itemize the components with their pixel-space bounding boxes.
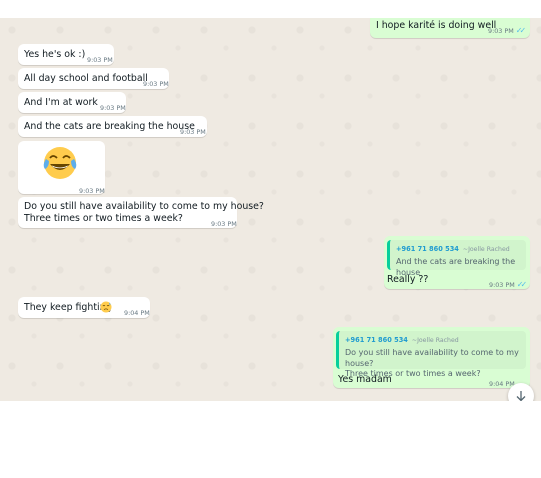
message-time: 9:04 PM (124, 309, 150, 317)
arrow-down-icon (516, 391, 526, 401)
message-incoming[interactable]: All day school and football 9:03 PM (18, 68, 169, 89)
quoted-text-line-1: Do you still have availability to come t… (345, 348, 519, 368)
read-ticks-icon: ✓✓ (516, 280, 528, 289)
message-incoming[interactable]: Do you still have availability to come t… (18, 197, 264, 228)
message-incoming[interactable]: They keep fighting 9:04 PM (18, 297, 150, 318)
message-time: 9:03 PM (143, 80, 169, 88)
message-time: 9:03 PM (211, 220, 237, 228)
message-incoming[interactable]: And I'm at work 9:03 PM (18, 92, 126, 113)
quoted-message[interactable]: +961 71 860 534 ~Joelle Rached And the ca… (387, 240, 526, 277)
downcast-face-with-sweat-icon (100, 301, 112, 313)
scroll-to-bottom-button[interactable] (508, 383, 534, 401)
message-time: 9:03 PM (180, 128, 206, 136)
message-time: 9:03 PM ✓✓ (489, 280, 528, 289)
read-ticks-icon: ✓✓ (515, 26, 527, 35)
message-text: And the cats are breaking the house (24, 121, 195, 132)
message-incoming[interactable]: Yes he's ok :) 9:03 PM (18, 44, 114, 65)
message-outgoing-reply[interactable]: +961 71 860 534 ~Joelle Rached And the ca… (384, 236, 530, 289)
message-text: All day school and football (24, 73, 148, 84)
message-text: They keep fighting (24, 302, 112, 313)
message-incoming-emoji[interactable]: 9:03 PM (18, 141, 105, 195)
quoted-push-name: ~Joelle Rached (411, 337, 459, 344)
chat-area[interactable]: I hope karité is doing well 9:03 PM ✓✓ Ye… (0, 18, 541, 401)
message-outgoing-reply[interactable]: +961 71 860 534 ~Joelle Rached Do you sti… (333, 327, 530, 388)
quoted-sender: +961 71 860 534 (396, 245, 459, 253)
message-time: 9:03 PM ✓✓ (488, 26, 527, 35)
message-text: Yes madam (338, 374, 392, 385)
message-time: 9:03 PM (87, 56, 113, 64)
message-incoming[interactable]: And the cats are breaking the house 9:03… (18, 116, 207, 137)
message-text: Really ?? (387, 274, 429, 285)
message-text: Yes he's ok :) (24, 49, 86, 60)
message-outgoing[interactable]: I hope karité is doing well 9:03 PM ✓✓ (370, 18, 530, 38)
message-text-line-2: Three times or two times a week? (24, 213, 183, 224)
message-time: 9:03 PM (100, 104, 126, 112)
top-bar (0, 0, 541, 18)
face-with-tears-of-joy-icon (43, 147, 77, 179)
message-text: I hope karité is doing well (376, 20, 497, 31)
quoted-sender: +961 71 860 534 (345, 336, 408, 344)
message-text: And I'm at work (24, 97, 98, 108)
quoted-message[interactable]: +961 71 860 534 ~Joelle Rached Do you sti… (336, 331, 526, 378)
quoted-push-name: ~Joelle Rached (462, 246, 510, 253)
